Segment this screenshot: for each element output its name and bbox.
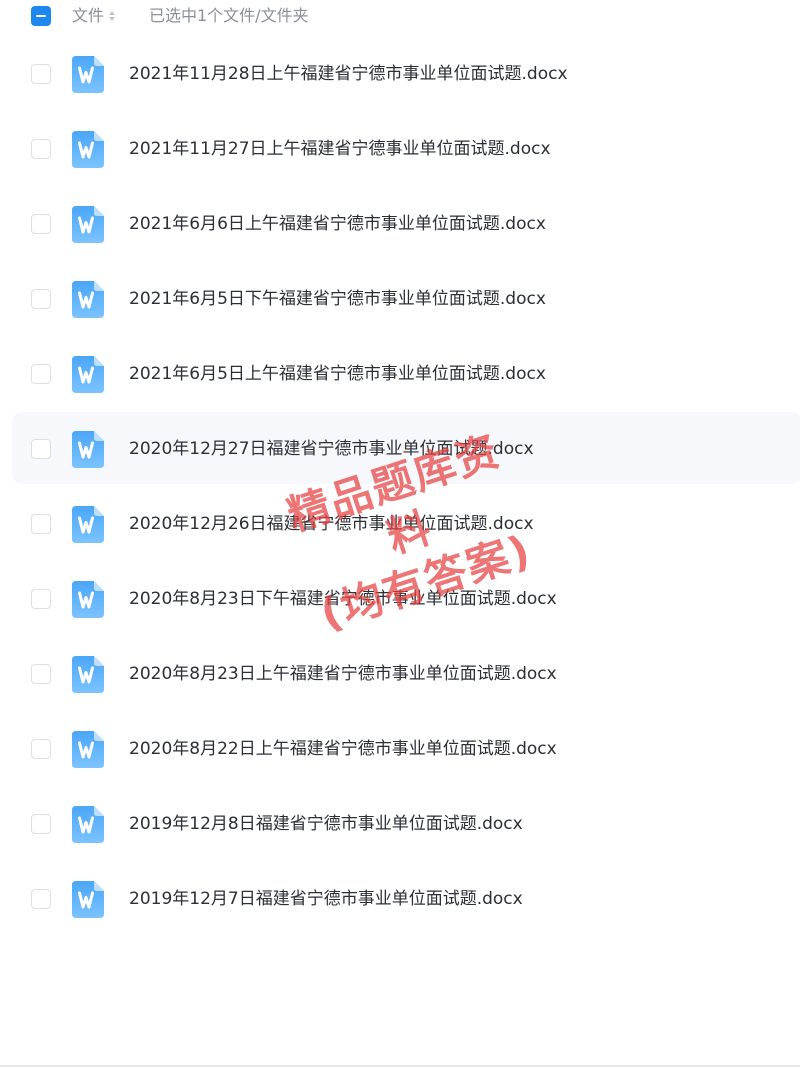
word-file-icon <box>72 806 104 843</box>
indeterminate-minus-icon <box>36 15 46 17</box>
column-name-label: 文件 <box>72 6 105 25</box>
file-name[interactable]: 2021年11月28日上午福建省宁德市事业单位面试题.docx <box>129 62 568 86</box>
file-row[interactable]: 2019年12月7日福建省宁德市事业单位面试题.docx <box>0 862 800 937</box>
word-file-icon <box>72 431 104 468</box>
file-checkbox[interactable] <box>31 214 51 234</box>
file-checkbox[interactable] <box>31 664 51 684</box>
file-checkbox[interactable] <box>31 364 51 384</box>
file-checkbox[interactable] <box>31 739 51 759</box>
file-checkbox[interactable] <box>31 589 51 609</box>
word-file-icon <box>72 56 104 93</box>
word-file-icon <box>72 206 104 243</box>
file-name[interactable]: 2021年6月6日上午福建省宁德市事业单位面试题.docx <box>129 212 546 236</box>
word-file-icon <box>72 581 104 618</box>
word-file-icon <box>72 881 104 918</box>
word-file-icon <box>72 356 104 393</box>
file-name[interactable]: 2019年12月8日福建省宁德市事业单位面试题.docx <box>129 812 523 836</box>
file-checkbox[interactable] <box>31 514 51 534</box>
file-name[interactable]: 2021年6月5日上午福建省宁德市事业单位面试题.docx <box>129 362 546 386</box>
file-row[interactable]: 2021年11月27日上午福建省宁德事业单位面试题.docx <box>0 112 800 187</box>
file-checkbox[interactable] <box>31 889 51 909</box>
file-list-header: 文件 已选中1个文件/文件夹 <box>0 0 800 34</box>
file-name[interactable]: 2021年11月27日上午福建省宁德事业单位面试题.docx <box>129 137 551 161</box>
file-row[interactable]: 2019年12月8日福建省宁德市事业单位面试题.docx <box>0 787 800 862</box>
file-row[interactable]: 2021年6月5日上午福建省宁德市事业单位面试题.docx <box>0 337 800 412</box>
word-file-icon <box>72 131 104 168</box>
file-row[interactable]: 2021年11月28日上午福建省宁德市事业单位面试题.docx <box>0 37 800 112</box>
word-file-icon <box>72 281 104 318</box>
file-row[interactable]: 2020年8月23日上午福建省宁德市事业单位面试题.docx <box>0 637 800 712</box>
file-name[interactable]: 2021年6月5日下午福建省宁德市事业单位面试题.docx <box>129 287 546 311</box>
word-file-icon <box>72 731 104 768</box>
sort-by-name-header[interactable]: 文件 <box>72 5 116 27</box>
file-name[interactable]: 2020年8月23日上午福建省宁德市事业单位面试题.docx <box>129 662 557 686</box>
file-checkbox[interactable] <box>31 814 51 834</box>
file-checkbox[interactable] <box>31 64 51 84</box>
file-name[interactable]: 2020年8月22日上午福建省宁德市事业单位面试题.docx <box>129 737 557 761</box>
word-file-icon <box>72 506 104 543</box>
file-name[interactable]: 2019年12月7日福建省宁德市事业单位面试题.docx <box>129 887 523 911</box>
select-all-checkbox[interactable] <box>31 6 51 26</box>
selection-status: 已选中1个文件/文件夹 <box>149 6 309 25</box>
file-checkbox[interactable] <box>31 439 51 459</box>
bottom-divider <box>0 1065 800 1067</box>
file-checkbox[interactable] <box>31 139 51 159</box>
sort-caret-icon <box>109 11 116 21</box>
file-row[interactable]: 2020年8月22日上午福建省宁德市事业单位面试题.docx <box>0 712 800 787</box>
file-checkbox[interactable] <box>31 289 51 309</box>
word-file-icon <box>72 656 104 693</box>
file-row[interactable]: 2021年6月5日下午福建省宁德市事业单位面试题.docx <box>0 262 800 337</box>
file-row[interactable]: 2021年6月6日上午福建省宁德市事业单位面试题.docx <box>0 187 800 262</box>
